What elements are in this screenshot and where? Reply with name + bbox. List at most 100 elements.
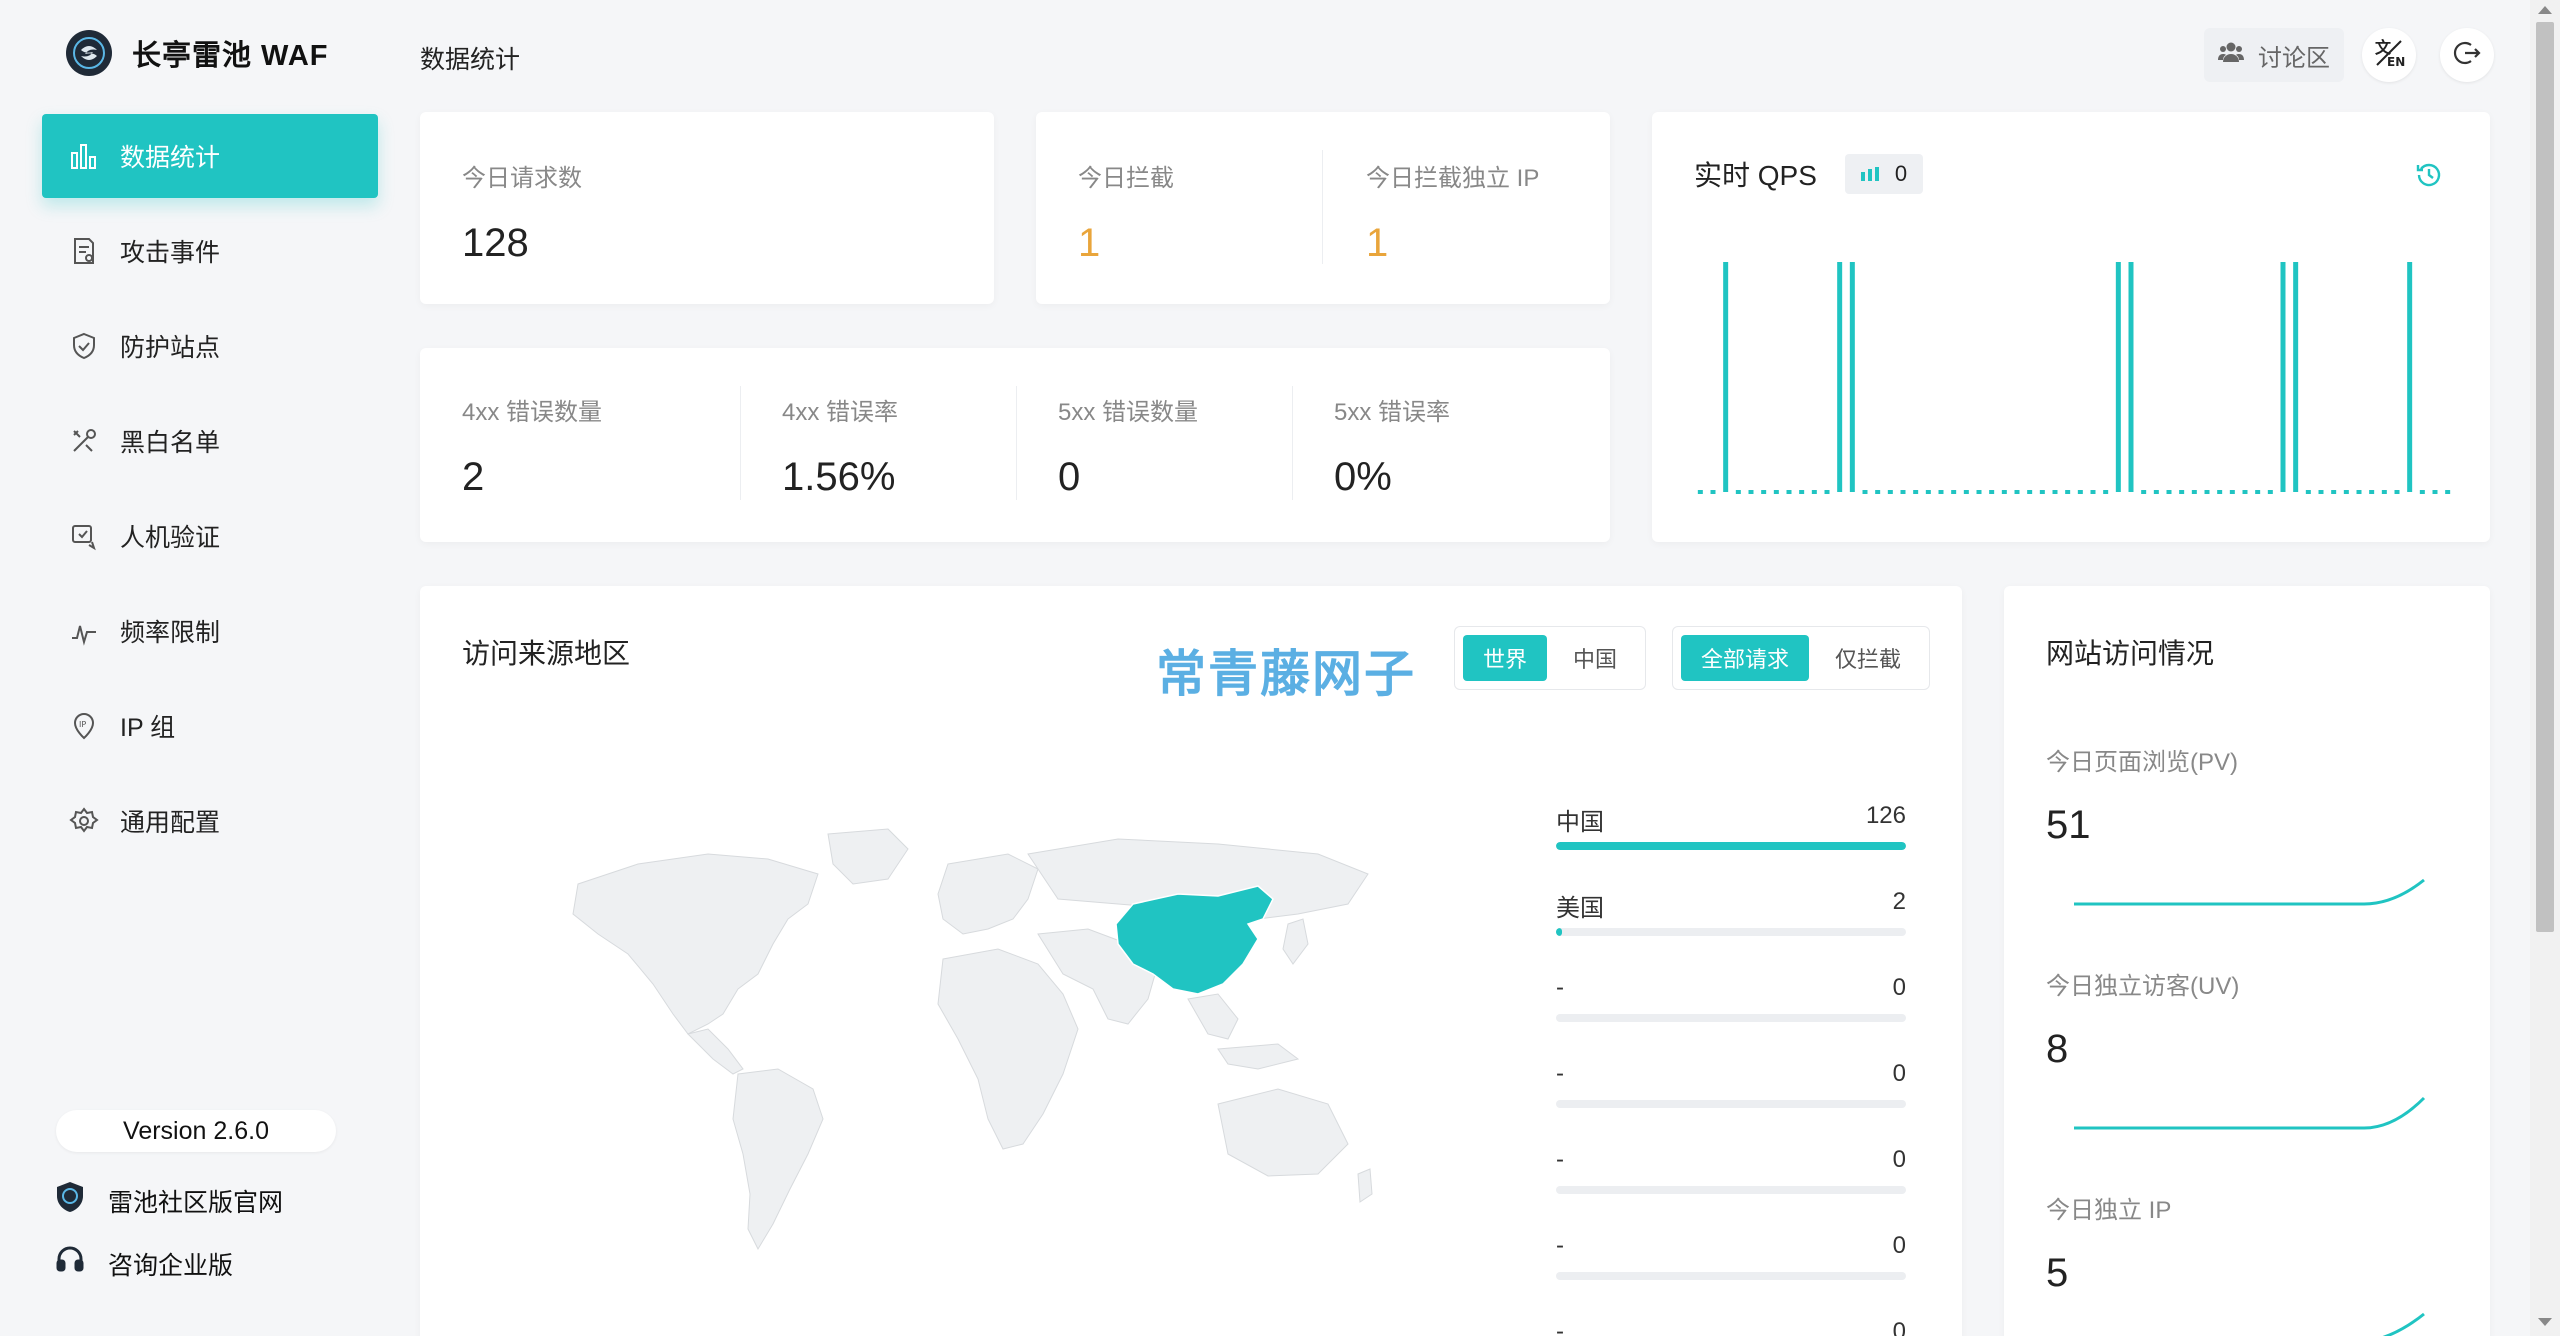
ranking-region-name: - <box>1556 1146 1564 1173</box>
ranking-region-count: 2 <box>1892 888 1906 915</box>
qps-point <box>2052 490 2058 494</box>
qps-point <box>2090 490 2096 494</box>
ranking-bar-track <box>1556 842 1906 850</box>
ranking-row: -0 <box>1556 1146 1906 1194</box>
qps-point <box>1925 490 1931 494</box>
qps-point <box>2394 490 2400 494</box>
forum-button[interactable]: 讨论区 <box>2204 28 2344 82</box>
translate-icon: 文 EN <box>2373 37 2405 74</box>
ranking-region-count: 0 <box>1892 1232 1906 1259</box>
ranking-bar-fill <box>1556 928 1562 936</box>
divider <box>1322 150 1323 264</box>
filter-option-all[interactable]: 全部请求 <box>1681 635 1810 681</box>
history-icon[interactable] <box>2414 160 2444 195</box>
divider <box>1016 386 1017 500</box>
enterprise-consult-link[interactable]: 咨询企业版 <box>54 1244 233 1283</box>
qps-point <box>1938 490 1944 494</box>
ranking-row: -0 <box>1556 1318 1906 1336</box>
qps-bar <box>1837 262 1843 492</box>
unique-ip-label: 今日独立 IP <box>2046 1197 2172 1224</box>
ranking-row: -0 <box>1556 974 1906 1022</box>
qps-point <box>2445 490 2451 494</box>
unique-ip-sparkline <box>2382 1312 2425 1336</box>
ranking-row: 美国 2 <box>1556 888 1906 936</box>
qps-point <box>1735 490 1741 494</box>
qps-current-value: 0 <box>1894 161 1908 186</box>
qps-point <box>1811 490 1817 494</box>
logout-icon <box>2453 39 2481 72</box>
scroll-up-arrow[interactable] <box>2538 6 2552 14</box>
unique-ip-value: 5 <box>2046 1251 2069 1295</box>
sidebar-item-allowlist[interactable]: 黑白名单 <box>42 399 378 483</box>
qps-point <box>2204 490 2210 494</box>
qps-point <box>1989 490 1995 494</box>
sidebar-item-sites[interactable]: 防护站点 <box>42 304 378 388</box>
ranking-row: -0 <box>1556 1060 1906 1108</box>
sidebar-item-rate-limit[interactable]: 频率限制 <box>42 589 378 673</box>
today-requests-value: 128 <box>462 221 529 265</box>
brand[interactable]: 长亭雷池 WAF <box>66 28 329 78</box>
error-5xx-rate-value: 0% <box>1334 455 1392 499</box>
qps-point <box>1913 490 1919 494</box>
sidebar-item-captcha[interactable]: 人机验证 <box>42 494 378 578</box>
qps-point <box>1697 490 1703 494</box>
enterprise-consult-label: 咨询企业版 <box>108 1251 234 1280</box>
error-5xx-count-label: 5xx 错误数量 <box>1058 399 1199 426</box>
logout-button[interactable] <box>2440 28 2494 82</box>
shield-logo-icon <box>66 30 112 76</box>
sidebar-item-ip-group[interactable]: IP IP 组 <box>42 684 378 768</box>
qps-point <box>1976 490 1982 494</box>
sidebar-item-label: 数据统计 <box>120 144 221 172</box>
sidebar-item-dashboard[interactable]: 数据统计 <box>42 114 378 198</box>
uv-label: 今日独立访客(UV) <box>2046 973 2240 1000</box>
ranking-bar-track <box>1556 928 1906 936</box>
sidebar-item-label: 频率限制 <box>120 619 221 647</box>
scope-option-world[interactable]: 世界 <box>1463 635 1548 681</box>
today-blocked-ip-label: 今日拦截独立 IP <box>1366 165 1540 192</box>
signal-bars-icon <box>1860 161 1879 187</box>
ranking-region-name: - <box>1556 1232 1564 1259</box>
ranking-bar-track <box>1556 1186 1906 1194</box>
document-icon <box>68 235 100 267</box>
sidebar-item-attack-events[interactable]: 攻击事件 <box>42 209 378 293</box>
qps-point <box>1773 490 1779 494</box>
sidebar-item-settings[interactable]: 通用配置 <box>42 779 378 863</box>
ranking-region-name: - <box>1556 974 1564 1001</box>
qps-point <box>2242 490 2248 494</box>
error-5xx-count-value: 0 <box>1058 455 1081 499</box>
ranking-row: 中国 126 <box>1556 802 1906 850</box>
filter-toggle: 全部请求 仅拦截 <box>1672 626 1931 690</box>
bar-chart-icon <box>68 140 100 172</box>
headset-icon <box>54 1244 86 1283</box>
qps-point <box>1887 490 1893 494</box>
scroll-down-arrow[interactable] <box>2538 1318 2552 1326</box>
ranking-bar-track <box>1556 1014 1906 1022</box>
qps-bar <box>1849 262 1855 492</box>
qps-point <box>1900 490 1906 494</box>
qps-point <box>2255 490 2261 494</box>
qps-point <box>2001 490 2007 494</box>
filter-option-blocked[interactable]: 仅拦截 <box>1815 635 1921 681</box>
community-site-link[interactable]: 雷池社区版官网 <box>54 1180 283 1221</box>
qps-point <box>1786 490 1792 494</box>
ranking-region-name: 中国 <box>1556 809 1604 836</box>
qps-title: 实时 QPS <box>1694 160 1817 191</box>
today-requests-label: 今日请求数 <box>462 165 582 192</box>
qps-point <box>2153 490 2159 494</box>
qps-point <box>1951 490 1957 494</box>
pv-sparkline <box>2074 878 2425 906</box>
realtime-qps-card: 实时 QPS 0 <box>1652 112 2490 542</box>
scrollbar-thumb[interactable] <box>2536 22 2554 932</box>
users-icon <box>2218 41 2244 70</box>
ranking-bar-track <box>1556 1100 1906 1108</box>
pv-label: 今日页面浏览(PV) <box>2046 749 2238 776</box>
qps-bar <box>1723 262 1729 492</box>
ranking-region-count: 126 <box>1865 802 1906 829</box>
qps-chart <box>1697 262 2451 494</box>
qps-point <box>2191 490 2197 494</box>
qps-bar <box>2128 262 2134 492</box>
qps-point <box>2077 490 2083 494</box>
today-blocked-ip-value: 1 <box>1366 221 1389 265</box>
scope-option-china[interactable]: 中国 <box>1553 635 1637 681</box>
language-switch-button[interactable]: 文 EN <box>2362 28 2416 82</box>
